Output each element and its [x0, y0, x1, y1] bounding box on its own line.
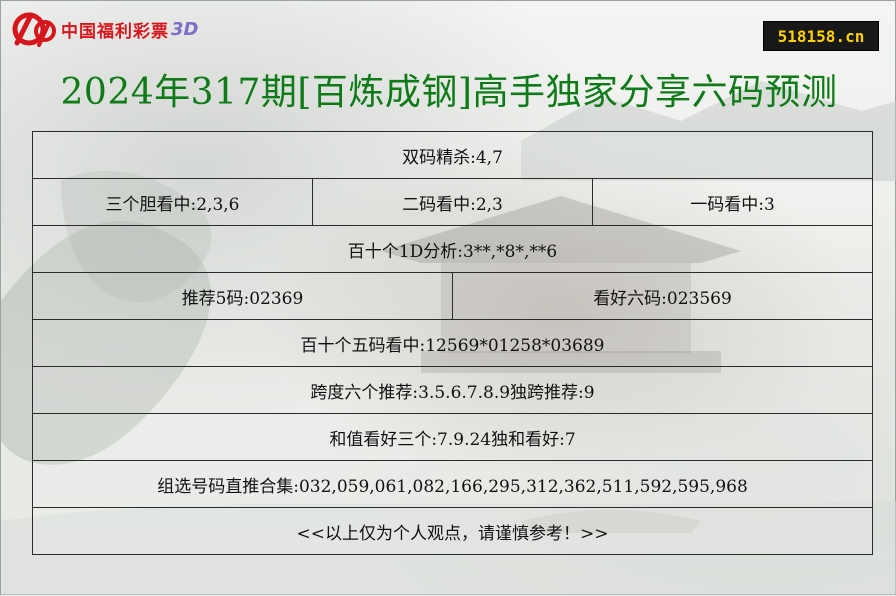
- table-cell: 跨度六个推荐:3.5.6.7.8.9独跨推荐:9: [31, 366, 874, 414]
- table-row: 和值看好三个:7.9.24独和看好:7: [31, 413, 874, 461]
- lottery-logo-3d: 3D: [171, 18, 199, 40]
- page-title: 2024年317期[百炼成钢]高手独家分享六码预测: [60, 72, 838, 113]
- table-cell: 推荐5码:02369: [32, 272, 453, 320]
- table-cell: 双码精杀:4,7: [31, 131, 874, 179]
- table-row: 推荐5码:02369 看好六码:023569: [32, 272, 874, 320]
- table-cell: 二码看中:2,3: [312, 178, 593, 226]
- table-row: 跨度六个推荐:3.5.6.7.8.9独跨推荐:9: [31, 366, 874, 414]
- table-cell: 百十个1D分析:3**,*8*,**6: [31, 225, 874, 273]
- table-cell: 百十个五码看中:12569*01258*03689: [31, 319, 874, 367]
- table-row: 组选号码直推合集:032,059,061,082,166,295,312,362…: [31, 460, 874, 508]
- table-cell: 三个胆看中:2,3,6: [32, 178, 313, 226]
- site-badge[interactable]: 518158.cn: [763, 21, 879, 51]
- table-row: 百十个五码看中:12569*01258*03689: [31, 319, 874, 367]
- table-cell: 看好六码:023569: [451, 272, 874, 320]
- lottery-logo: 中国福利彩票 3D: [9, 9, 198, 49]
- lottery-logo-icon: [12, 12, 56, 47]
- lottery-logo-text: 中国福利彩票: [61, 21, 169, 42]
- page-frame: 中国福利彩票 3D 518158.cn 2024年317期[百炼成钢]高手独家分…: [0, 0, 896, 596]
- table-cell: 一码看中:3: [591, 178, 874, 226]
- table-cell: 组选号码直推合集:032,059,061,082,166,295,312,362…: [31, 460, 874, 508]
- disclaimer-cell: <<以上仅为个人观点，请谨慎参考！>>: [31, 507, 874, 555]
- table-row: 百十个1D分析:3**,*8*,**6: [31, 225, 874, 273]
- table-row: 双码精杀:4,7: [31, 131, 874, 179]
- table-cell: 和值看好三个:7.9.24独和看好:7: [31, 413, 874, 461]
- table-row: <<以上仅为个人观点，请谨慎参考！>>: [31, 507, 874, 555]
- prediction-table: 双码精杀:4,7 三个胆看中:2,3,6 二码看中:2,3 一码看中:3 百十个…: [31, 131, 874, 555]
- table-row: 三个胆看中:2,3,6 二码看中:2,3 一码看中:3: [32, 178, 874, 226]
